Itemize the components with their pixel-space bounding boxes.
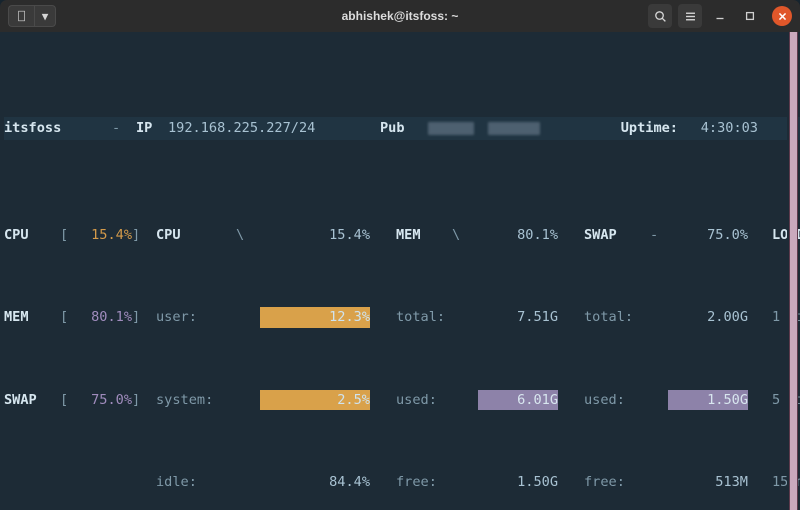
bracket-open: [ [60, 225, 76, 246]
quicklook-mem-label: MEM [4, 307, 60, 328]
mem-used-label: used: [370, 390, 478, 411]
mem-used-value: 6.01G [478, 390, 558, 411]
cpu-user-value: 12.3% [260, 307, 370, 328]
cpu-system-label: system: [156, 390, 260, 411]
maximize-icon[interactable] [738, 4, 762, 28]
public-ip-redacted [428, 117, 578, 140]
bracket-close-3: ] [132, 390, 156, 411]
swap-total-value: 2.00G [668, 307, 748, 328]
hostname: itsfoss [4, 117, 112, 140]
bracket-open-2: [ [60, 307, 76, 328]
ip-label: IP [136, 117, 168, 140]
header-separator: - [112, 117, 136, 140]
cpu-user-label: user: [156, 307, 260, 328]
cpu-marker: \ [236, 225, 260, 246]
swap-used-value: 1.50G [668, 390, 748, 411]
close-icon[interactable] [772, 6, 792, 26]
cpu-idle-label: idle: [156, 472, 260, 493]
swap-free-label: free: [558, 472, 668, 493]
quicklook-swap-value: 75.0% [76, 390, 132, 411]
cpu-idle-value: 84.4% [260, 472, 370, 493]
quicklook-swap-label: SWAP [4, 390, 60, 411]
terminal-window: ⎕ ▼ abhishek@itsfoss: ~ [0, 0, 800, 510]
mem-title: MEM [370, 225, 452, 246]
public-ip-label: Pub [380, 117, 428, 140]
glances-header-bar: itsfoss-IP192.168.225.227/24Pub Uptime:4:… [4, 117, 800, 140]
new-terminal-icon[interactable]: ⎕ [8, 5, 34, 27]
ip-value: 192.168.225.227/24 [168, 117, 380, 140]
uptime-value: 4:30:03 [678, 117, 758, 140]
mem-total-value: 7.51G [478, 307, 558, 328]
mem-free-label: free: [370, 472, 478, 493]
search-icon[interactable] [648, 4, 672, 28]
stats-line-3: SWAP[75.0%]system:2.5%used:6.01Gused:1.5… [4, 390, 800, 411]
glances-output: itsfoss-IP192.168.225.227/24PubUptime:4:… [0, 32, 800, 510]
cpu-system-value: 2.5% [260, 390, 370, 411]
titlebar-left-controls: ⎕ ▼ [8, 5, 56, 27]
swap-title: SWAP [558, 225, 650, 246]
scrollbar[interactable] [787, 32, 798, 510]
hamburger-menu-icon[interactable] [678, 4, 702, 28]
scrollbar-thumb[interactable] [789, 32, 798, 510]
stats-line-4: idle:84.4%free:1.50Gfree:513M15 min:2.14 [4, 472, 800, 493]
swap-free-value: 513M [668, 472, 748, 493]
mem-free-value: 1.50G [478, 472, 558, 493]
swap-total-label: total: [558, 307, 668, 328]
titlebar-right-controls [648, 4, 792, 28]
quicklook-cpu-label: CPU [4, 225, 60, 246]
stats-line-1: CPU[15.4%]CPU\15.4%MEM\80.1%SWAP-75.0%LO… [4, 225, 800, 246]
chevron-down-icon[interactable]: ▼ [34, 5, 56, 27]
mem-total-label: total: [370, 307, 478, 328]
title-bar: ⎕ ▼ abhishek@itsfoss: ~ [0, 0, 800, 32]
swap-marker: - [650, 225, 668, 246]
mem-marker: \ [452, 225, 476, 246]
bracket-close: ] [132, 225, 156, 246]
quicklook-mem-value: 80.1% [76, 307, 132, 328]
uptime-label: Uptime: [578, 117, 678, 140]
quicklook-cpu-value: 15.4% [76, 225, 132, 246]
bracket-open-3: [ [60, 390, 76, 411]
mem-total-pct: 80.1% [476, 225, 558, 246]
swap-total-pct: 75.0% [668, 225, 748, 246]
cpu-total: 15.4% [260, 225, 370, 246]
stats-line-2: MEM[80.1%]user:12.3%total:7.51Gtotal:2.0… [4, 307, 800, 328]
cpu-title: CPU [156, 225, 236, 246]
minimize-icon[interactable] [708, 4, 732, 28]
swap-used-label: used: [558, 390, 668, 411]
bracket-close-2: ] [132, 307, 156, 328]
